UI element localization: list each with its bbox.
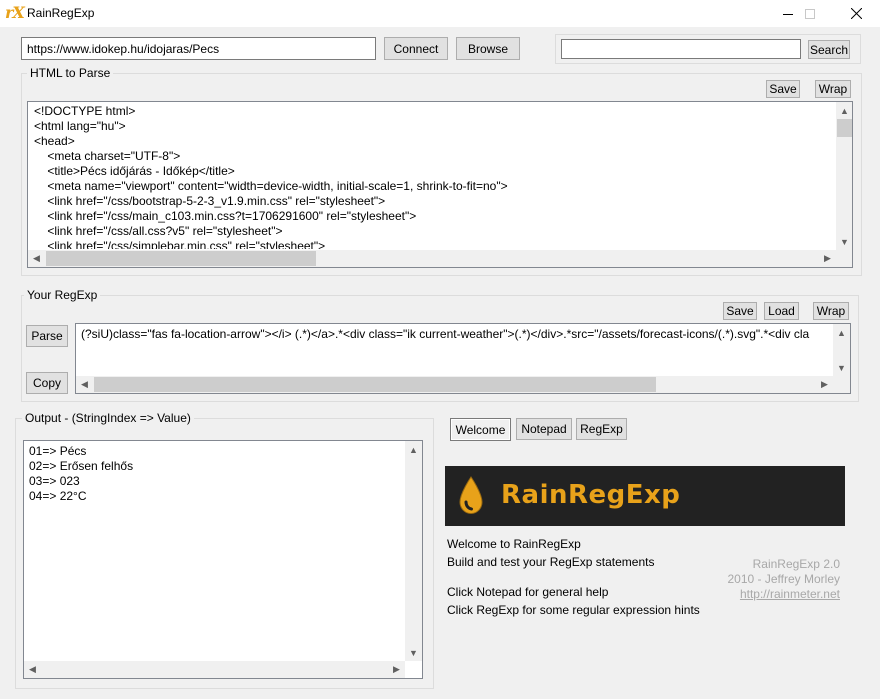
scrollbar-corner bbox=[833, 376, 850, 393]
code-line: <head> bbox=[34, 134, 75, 148]
credit-author: 2010 - Jeffrey Morley bbox=[727, 572, 841, 586]
close-button[interactable] bbox=[836, 0, 876, 27]
url-input[interactable] bbox=[21, 37, 376, 60]
scroll-down-icon[interactable]: ▼ bbox=[405, 644, 422, 661]
scroll-up-icon[interactable]: ▲ bbox=[833, 324, 850, 341]
code-line: <title>Pécs időjárás - Időkép</title> bbox=[34, 164, 235, 178]
title-bar bbox=[0, 0, 880, 27]
scroll-up-icon[interactable]: ▲ bbox=[405, 441, 422, 458]
connect-button[interactable]: Connect bbox=[384, 37, 448, 60]
welcome-line: Click Notepad for general help bbox=[447, 585, 609, 599]
output-line: 02=> Erősen felhős bbox=[29, 459, 134, 473]
tab-welcome[interactable]: Welcome bbox=[450, 418, 511, 441]
maximize-icon bbox=[805, 8, 815, 19]
welcome-line: Build and test your RegExp statements bbox=[447, 555, 655, 569]
output-label: Output - (StringIndex => Value) bbox=[22, 411, 194, 425]
scroll-down-icon[interactable]: ▼ bbox=[836, 233, 852, 250]
credit-version: RainRegExp 2.0 bbox=[752, 557, 840, 571]
regexp-vertical-scrollbar[interactable]: ▲ ▼ bbox=[833, 324, 850, 376]
scroll-down-icon[interactable]: ▼ bbox=[833, 359, 850, 376]
scrollbar-corner bbox=[836, 250, 852, 267]
search-button[interactable]: Search bbox=[808, 40, 850, 59]
output-horizontal-scrollbar[interactable]: ◀ ▶ bbox=[24, 661, 405, 678]
scroll-thumb[interactable] bbox=[46, 251, 316, 266]
code-line: <link href="/css/bootstrap-5-2-3_v1.9.mi… bbox=[34, 194, 386, 208]
code-line: <meta name="viewport" content="width=dev… bbox=[34, 179, 508, 193]
output-line: 03=> 023 bbox=[29, 474, 80, 488]
html-textarea[interactable]: <!DOCTYPE html> <html lang="hu"> <head> … bbox=[27, 101, 853, 268]
welcome-line: Welcome to RainRegExp bbox=[447, 537, 581, 551]
regexp-textarea[interactable]: (?siU)class="fas fa-location-arrow"></i>… bbox=[75, 323, 851, 394]
credit-link-container: http://rainmeter.net bbox=[680, 587, 840, 601]
welcome-banner: RainRegExp bbox=[445, 466, 845, 526]
code-line: <html lang="hu"> bbox=[34, 119, 126, 133]
scroll-right-icon[interactable]: ▶ bbox=[388, 661, 405, 678]
window-title: RainRegExp bbox=[27, 6, 95, 20]
scroll-left-icon[interactable]: ◀ bbox=[24, 661, 41, 678]
regexp-text: (?siU)class="fas fa-location-arrow"></i>… bbox=[81, 327, 810, 341]
scroll-left-icon[interactable]: ◀ bbox=[28, 250, 45, 267]
rainmeter-link[interactable]: http://rainmeter.net bbox=[740, 587, 840, 601]
html-vertical-scrollbar[interactable]: ▲ ▼ bbox=[836, 102, 852, 250]
output-content: 01=> Pécs 02=> Erősen felhős 03=> 023 04… bbox=[29, 444, 399, 504]
tab-regexp[interactable]: RegExp bbox=[576, 418, 627, 440]
output-vertical-scrollbar[interactable]: ▲ ▼ bbox=[405, 441, 422, 661]
welcome-line: Click RegExp for some regular expression… bbox=[447, 603, 700, 617]
html-horizontal-scrollbar[interactable]: ◀ ▶ bbox=[28, 250, 836, 267]
search-input[interactable] bbox=[561, 39, 801, 59]
scroll-thumb[interactable] bbox=[837, 119, 852, 137]
html-save-button[interactable]: Save bbox=[766, 80, 800, 98]
code-line: <link href="/css/main_c103.min.css?t=170… bbox=[34, 209, 417, 223]
code-line: <link href="/css/simplebar.min.css" rel=… bbox=[34, 239, 326, 249]
close-icon bbox=[850, 8, 862, 19]
regexp-save-button[interactable]: Save bbox=[723, 302, 757, 320]
output-line: 01=> Pécs bbox=[29, 444, 87, 458]
regexp-horizontal-scrollbar[interactable]: ◀ ▶ bbox=[76, 376, 833, 393]
html-parse-label: HTML to Parse bbox=[27, 66, 114, 80]
html-code-content: <!DOCTYPE html> <html lang="hu"> <head> … bbox=[34, 104, 834, 249]
regexp-label: Your RegExp bbox=[24, 288, 101, 302]
regexp-load-button[interactable]: Load bbox=[764, 302, 799, 320]
raindrop-icon bbox=[459, 476, 483, 515]
scroll-thumb[interactable] bbox=[94, 377, 656, 392]
copy-button[interactable]: Copy bbox=[26, 372, 68, 394]
scroll-left-icon[interactable]: ◀ bbox=[76, 376, 93, 393]
code-line: <!DOCTYPE html> bbox=[34, 104, 136, 118]
html-wrap-button[interactable]: Wrap bbox=[815, 80, 851, 98]
output-textarea[interactable]: 01=> Pécs 02=> Erősen felhős 03=> 023 04… bbox=[23, 440, 423, 679]
code-line: <link href="/css/all.css?v5" rel="styles… bbox=[34, 224, 283, 238]
parse-button[interactable]: Parse bbox=[26, 325, 68, 347]
tab-notepad[interactable]: Notepad bbox=[516, 418, 572, 440]
banner-title: RainRegExp bbox=[501, 480, 681, 510]
output-line: 04=> 22°C bbox=[29, 489, 87, 503]
regexp-wrap-button[interactable]: Wrap bbox=[813, 302, 849, 320]
scroll-right-icon[interactable]: ▶ bbox=[819, 250, 836, 267]
scroll-right-icon[interactable]: ▶ bbox=[816, 376, 833, 393]
scroll-up-icon[interactable]: ▲ bbox=[836, 102, 852, 119]
code-line: <meta charset="UTF-8"> bbox=[34, 149, 181, 163]
app-logo: rX bbox=[5, 3, 25, 22]
browse-button[interactable]: Browse bbox=[456, 37, 520, 60]
maximize-button bbox=[790, 0, 830, 27]
